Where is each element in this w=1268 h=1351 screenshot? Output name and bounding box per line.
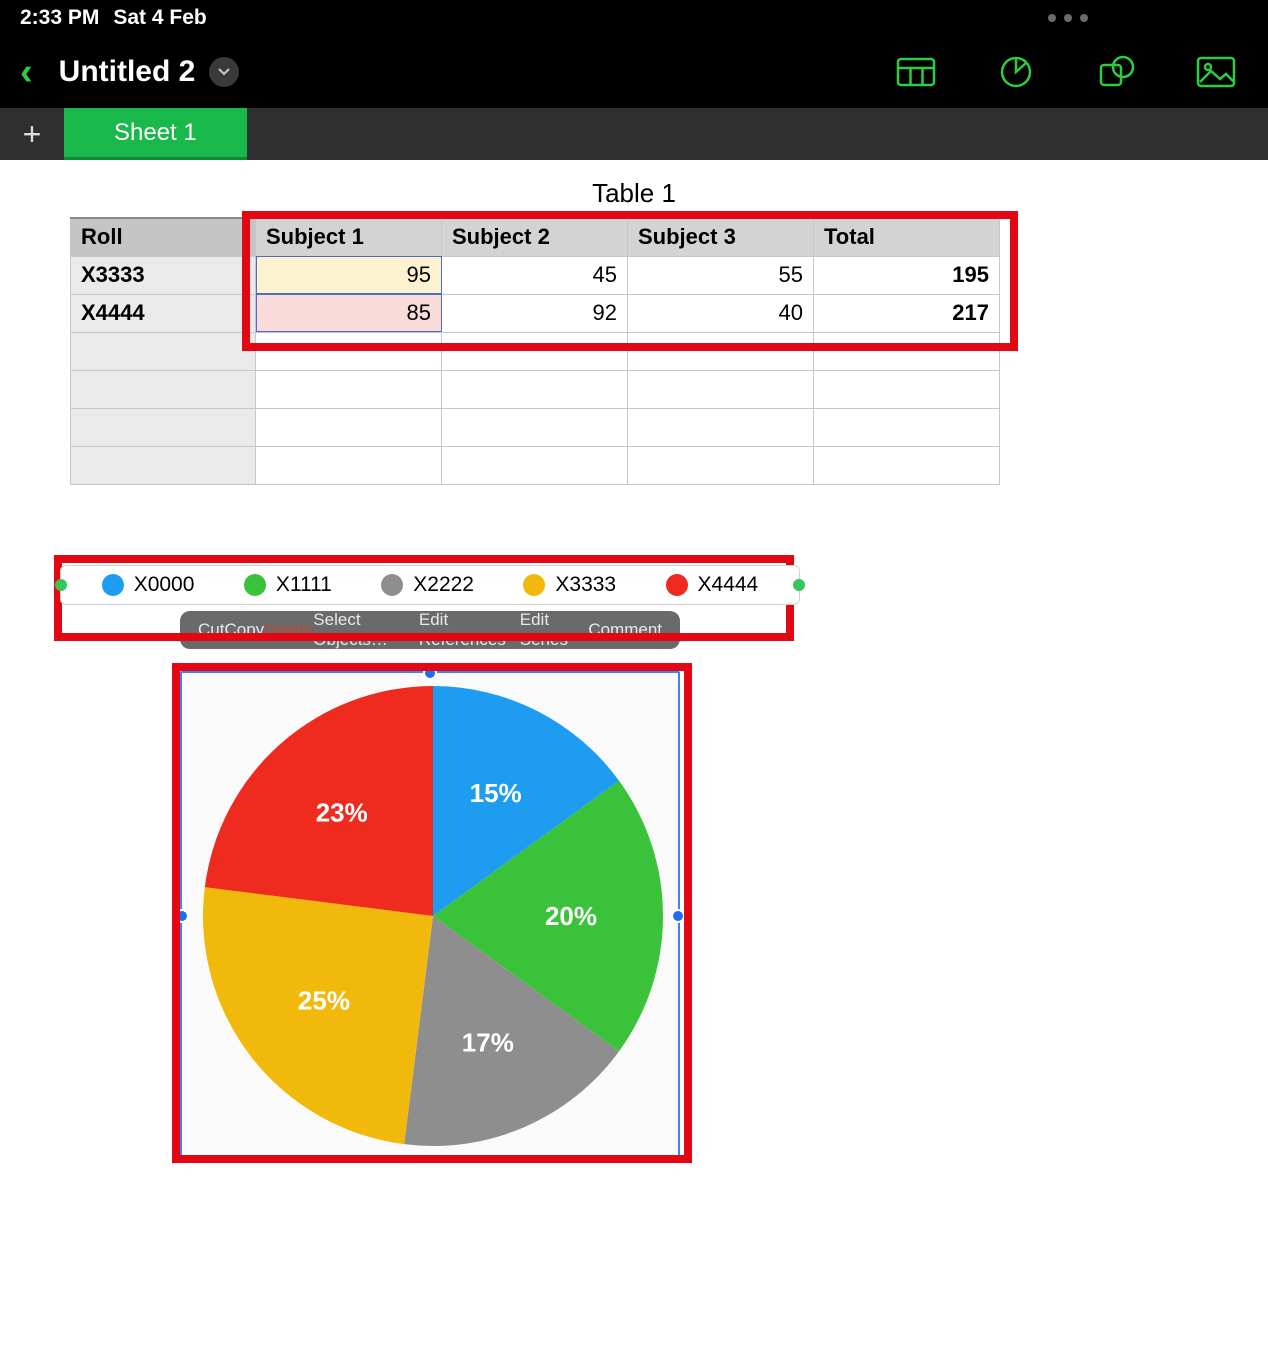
cell[interactable] <box>256 408 442 446</box>
cell-total[interactable]: 217 <box>814 294 1000 332</box>
cell-roll[interactable]: X3333 <box>71 256 256 294</box>
table-row: X4444 85 92 40 217 <box>71 294 1000 332</box>
legend-label: X0000 <box>134 573 195 597</box>
status-date: Sat 4 Feb <box>113 6 206 30</box>
resize-handle-icon[interactable] <box>423 666 437 680</box>
table-row <box>71 370 1000 408</box>
cell[interactable] <box>256 332 442 370</box>
pie-slice-label: 25% <box>298 985 350 1015</box>
cell[interactable] <box>442 408 628 446</box>
cell[interactable] <box>442 446 628 484</box>
legend-label: X3333 <box>555 573 616 597</box>
more-dots-icon[interactable] <box>1048 14 1088 22</box>
table-row <box>71 408 1000 446</box>
menu-edit-references[interactable]: Edit References <box>419 610 520 650</box>
cell[interactable] <box>442 370 628 408</box>
table-header-row: Roll Subject 1 Subject 2 Subject 3 Total <box>71 218 1000 256</box>
sheet-tab-label: Sheet 1 <box>114 119 197 147</box>
resize-handle-icon[interactable] <box>175 909 189 923</box>
back-icon[interactable]: ‹ <box>20 53 33 91</box>
table-row <box>71 446 1000 484</box>
document-title[interactable]: Untitled 2 <box>59 55 240 89</box>
cell[interactable] <box>71 446 256 484</box>
shape-icon[interactable] <box>1096 56 1136 88</box>
legend-label: X4444 <box>698 573 759 597</box>
legend-swatch <box>381 574 403 596</box>
legend-label: X2222 <box>413 573 474 597</box>
cell[interactable] <box>814 408 1000 446</box>
table-row <box>71 332 1000 370</box>
resize-handle-icon[interactable] <box>671 909 685 923</box>
chevron-down-icon[interactable] <box>209 57 239 87</box>
legend-item[interactable]: X2222 <box>381 573 474 597</box>
table-row: X3333 95 45 55 195 <box>71 256 1000 294</box>
media-icon[interactable] <box>1196 56 1236 88</box>
cell-total[interactable]: 195 <box>814 256 1000 294</box>
spreadsheet-table[interactable]: Roll Subject 1 Subject 2 Subject 3 Total… <box>70 217 1000 485</box>
cell[interactable] <box>71 408 256 446</box>
cell[interactable] <box>442 332 628 370</box>
col-header[interactable]: Subject 1 <box>256 218 442 256</box>
cell[interactable]: 85 <box>256 294 442 332</box>
col-header[interactable]: Subject 2 <box>442 218 628 256</box>
cell[interactable] <box>256 370 442 408</box>
legend-swatch <box>244 574 266 596</box>
legend-item[interactable]: X3333 <box>523 573 616 597</box>
cell[interactable]: 45 <box>442 256 628 294</box>
pie-slice-label: 20% <box>545 901 597 931</box>
menu-copy[interactable]: Copy <box>224 620 264 640</box>
cell[interactable] <box>256 446 442 484</box>
chart-icon[interactable] <box>996 56 1036 88</box>
status-bar: 2:33 PM Sat 4 Feb <box>0 0 1268 36</box>
legend-swatch <box>666 574 688 596</box>
cell[interactable]: 95 <box>256 256 442 294</box>
menu-cut[interactable]: Cut <box>198 620 224 640</box>
legend-item[interactable]: X4444 <box>666 573 759 597</box>
sheet-tab-bar: + Sheet 1 <box>0 108 1268 160</box>
cell[interactable] <box>628 446 814 484</box>
legend-swatch <box>523 574 545 596</box>
menu-select-objects[interactable]: Select Objects… <box>313 610 419 650</box>
table-title: Table 1 <box>0 178 1268 209</box>
legend-item[interactable]: X1111 <box>244 573 332 597</box>
legend-item[interactable]: X0000 <box>102 573 195 597</box>
cell[interactable]: 40 <box>628 294 814 332</box>
col-header[interactable]: Subject 3 <box>628 218 814 256</box>
chart-legend[interactable]: X0000 X1111 X2222 X3333 X4444 <box>60 565 800 605</box>
status-time: 2:33 PM <box>20 6 99 30</box>
cell[interactable] <box>71 370 256 408</box>
cell[interactable] <box>814 446 1000 484</box>
col-header[interactable]: Total <box>814 218 1000 256</box>
context-menu: Cut Copy Delete Select Objects… Edit Ref… <box>180 611 680 649</box>
menu-edit-series[interactable]: Edit Series <box>520 610 589 650</box>
cell[interactable] <box>814 332 1000 370</box>
pie-slice[interactable] <box>203 887 433 1144</box>
menu-delete[interactable]: Delete <box>264 620 313 640</box>
pie-chart[interactable]: 15% 20% 17% 25% 23% <box>178 669 698 1169</box>
menu-comment[interactable]: Comment <box>588 620 662 640</box>
cell[interactable]: 55 <box>628 256 814 294</box>
legend-swatch <box>102 574 124 596</box>
cell[interactable] <box>628 370 814 408</box>
col-header[interactable]: Roll <box>71 218 256 256</box>
cell[interactable]: 92 <box>442 294 628 332</box>
sheet-tab-active[interactable]: Sheet 1 <box>64 108 247 160</box>
pie-slice-label: 23% <box>316 797 368 827</box>
add-sheet-button[interactable]: + <box>0 108 64 160</box>
cell[interactable] <box>628 332 814 370</box>
cell[interactable] <box>814 370 1000 408</box>
cell[interactable] <box>71 332 256 370</box>
cell[interactable] <box>628 408 814 446</box>
pie-slice-label: 17% <box>462 1027 514 1057</box>
pie-slice-label: 15% <box>470 778 522 808</box>
document-title-text: Untitled 2 <box>59 55 196 89</box>
pie-chart-svg: 15% 20% 17% 25% 23% <box>198 681 668 1151</box>
legend-label: X1111 <box>276 573 332 597</box>
title-bar: ‹ Untitled 2 <box>0 36 1268 108</box>
table-icon[interactable] <box>896 56 936 88</box>
cell-roll[interactable]: X4444 <box>71 294 256 332</box>
